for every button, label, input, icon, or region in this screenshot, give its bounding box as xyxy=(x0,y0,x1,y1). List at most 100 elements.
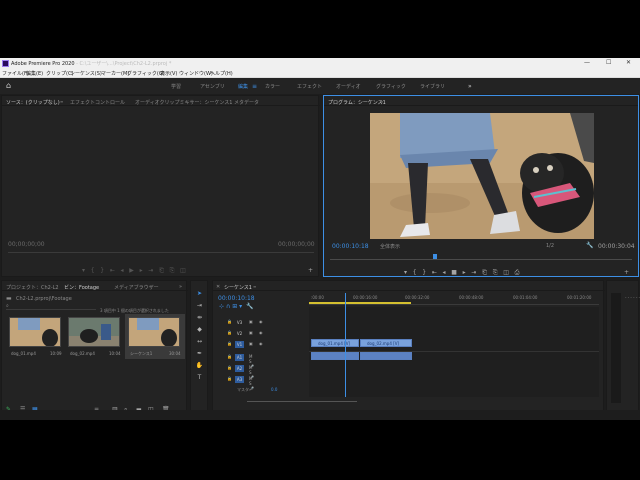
clip-thumbnail-dog01[interactable] xyxy=(9,317,61,347)
time-ruler[interactable]: :00:00 00:00:16:00 00:00:32:00 00:00:48:… xyxy=(309,293,599,305)
sync-lock-icon[interactable]: ▣ xyxy=(249,341,253,346)
lock-icon[interactable]: 🔒 xyxy=(227,341,232,346)
track-label-v1[interactable]: V1 xyxy=(235,341,244,348)
menu-marker[interactable]: マーカー(M) xyxy=(101,70,129,77)
program-transport-controls[interactable]: ▾ { } ⇤ ◂ ■ ▸ ⇥ ⎗ ⎘ ◫ ⎙ xyxy=(404,269,519,277)
tab-media-browser[interactable]: メディアブラウザー xyxy=(114,284,159,291)
hand-tool-icon[interactable]: ✋ xyxy=(195,361,204,370)
menu-file[interactable]: ファイル(F) xyxy=(2,70,29,77)
tab-effect-controls[interactable]: エフェクトコントロール xyxy=(70,99,125,106)
tab-sequence1[interactable]: シーケンス1 xyxy=(224,284,252,291)
workspace-editing[interactable]: 編集 xyxy=(238,83,248,90)
menu-window[interactable]: ウィンドウ(W) xyxy=(179,70,213,77)
track-select-tool-icon[interactable]: ⇥ xyxy=(195,301,204,310)
project-panel-header: プロジェクト：Ch2-L2 ビン：Footage メディアブラウザー » xyxy=(2,281,188,291)
lock-icon[interactable]: 🔒 xyxy=(227,354,232,359)
tab-program[interactable]: プログラム：シーケンス1 xyxy=(328,99,386,106)
timeline-playhead[interactable] xyxy=(345,293,346,397)
source-timecode[interactable]: 00;00;00;00 xyxy=(8,241,45,248)
lock-icon[interactable]: 🔒 xyxy=(227,330,232,335)
timeline-timecode[interactable]: 00:00:10:18 xyxy=(218,295,255,302)
program-video-frame[interactable] xyxy=(370,113,594,239)
selection-tool-icon[interactable]: ➤ xyxy=(195,289,204,298)
workspace-assembly[interactable]: アセンブリ xyxy=(200,83,225,90)
master-volume-value[interactable]: 0.0 xyxy=(271,387,277,392)
track-label-a2[interactable]: A2 xyxy=(235,365,244,372)
lock-icon[interactable]: 🔒 xyxy=(227,376,232,381)
workspace-effects[interactable]: エフェクト xyxy=(297,83,322,90)
ruler-label-5: 00:01:20:00 xyxy=(567,295,592,300)
search-icon: ⌕ xyxy=(6,303,9,309)
timeline-clip-dog02-audio[interactable] xyxy=(360,352,412,360)
workspace-more-button[interactable]: » xyxy=(468,83,472,90)
menu-view[interactable]: 表示(V) xyxy=(160,70,177,77)
track-label-v3[interactable]: V3 xyxy=(235,319,244,326)
pen-tool-icon[interactable]: ✒ xyxy=(195,349,204,358)
clip-thumbnail-sequence1[interactable] xyxy=(128,317,180,347)
slip-tool-icon[interactable]: ↔ xyxy=(195,337,204,346)
track-label-a1[interactable]: A1 xyxy=(235,354,244,361)
workspace-menu-icon[interactable]: ≡ xyxy=(252,83,257,90)
eye-icon[interactable]: ◉ xyxy=(259,330,263,335)
menu-sequence[interactable]: シーケンス(S) xyxy=(70,70,102,77)
timeline-clip-dog02-video[interactable]: dog_02.mp4 [V] xyxy=(360,339,412,347)
workspace-color[interactable]: カラー xyxy=(265,83,280,90)
sync-lock-icon[interactable]: ▣ xyxy=(249,330,253,335)
type-tool-icon[interactable]: T xyxy=(195,373,204,382)
program-add-button[interactable]: + xyxy=(624,269,629,276)
workspace-graphics[interactable]: グラフィック xyxy=(376,83,406,90)
tab-project[interactable]: プロジェクト：Ch2-L2 xyxy=(6,284,59,291)
program-timecode[interactable]: 00:00:10:18 xyxy=(332,243,369,250)
timeline-tools-icons[interactable]: ⊹ ∩ ⊞ ▾ 🔧 xyxy=(219,303,253,310)
program-scrubber[interactable] xyxy=(330,259,632,260)
tab-bin-footage[interactable]: ビン：Footage xyxy=(64,284,99,291)
resolution-dropdown[interactable]: 1/2 xyxy=(546,243,554,249)
master-track-label: マスター xyxy=(237,387,253,392)
menu-bar: ファイル(F) 編集(E) クリップ(C) シーケンス(S) マーカー(M) グ… xyxy=(0,69,640,78)
project-panel: プロジェクト：Ch2-L2 ビン：Footage メディアブラウザー » ▬ C… xyxy=(1,280,188,416)
eye-icon[interactable]: ◉ xyxy=(259,319,263,324)
panel-expand-icon[interactable]: » xyxy=(179,284,182,290)
tab-source[interactable]: ソース：(クリップなし) xyxy=(6,99,60,106)
dog01-preview-image xyxy=(10,318,60,346)
source-scrubber[interactable] xyxy=(8,252,314,253)
close-button[interactable]: ✕ xyxy=(626,59,631,66)
track-area[interactable]: dog_01.mp4 [V] dog_02.mp4 [V] xyxy=(309,293,599,397)
work-area-bar[interactable] xyxy=(309,302,411,304)
tab-metadata[interactable]: メタデータ xyxy=(234,99,259,106)
bin-path: Ch2-L2.prproj\Footage xyxy=(16,296,72,302)
razor-tool-icon[interactable]: ◆ xyxy=(195,325,204,334)
track-label-v2[interactable]: V2 xyxy=(235,330,244,337)
program-playhead[interactable] xyxy=(433,254,437,259)
menu-edit[interactable]: 編集(E) xyxy=(26,70,43,77)
tab-audio-clip-mixer[interactable]: オーディオクリップミキサー：シーケンス1 xyxy=(135,99,232,106)
eye-icon[interactable]: ◉ xyxy=(259,341,263,346)
workspace-bar: ⌂ 学習 アセンブリ 編集 ≡ カラー エフェクト オーディオ グラフィック ラ… xyxy=(0,78,640,94)
program-tab-menu-icon[interactable]: ≡ xyxy=(380,99,383,104)
lock-icon[interactable]: 🔒 xyxy=(227,365,232,370)
minimize-button[interactable]: — xyxy=(584,59,590,66)
workspace-audio[interactable]: オーディオ xyxy=(336,83,361,90)
project-search-input[interactable]: ⌕ xyxy=(6,303,96,310)
fit-dropdown[interactable]: 全体表示 xyxy=(380,243,400,250)
tab-menu-icon[interactable]: ≡ xyxy=(60,99,63,104)
lock-icon[interactable]: 🔒 xyxy=(227,319,232,324)
home-icon[interactable]: ⌂ xyxy=(6,81,11,90)
workspace-libraries[interactable]: ライブラリ xyxy=(420,83,445,90)
workspace-learning[interactable]: 学習 xyxy=(171,83,181,90)
timeline-clip-dog01-video[interactable]: dog_01.mp4 [V] xyxy=(311,339,359,347)
timeline-close-icon[interactable]: ✕ xyxy=(216,284,220,290)
timeline-tab-menu-icon[interactable]: ≡ xyxy=(253,284,256,289)
timeline-horizontal-scrollbar[interactable] xyxy=(247,401,357,402)
wrench-icon[interactable]: 🔧 xyxy=(586,242,593,249)
clip-thumbnail-dog02[interactable] xyxy=(68,317,120,347)
timeline-clip-dog01-audio[interactable] xyxy=(311,352,359,360)
track-label-a3[interactable]: A3 xyxy=(235,376,244,383)
sync-lock-icon[interactable]: ▣ xyxy=(249,319,253,324)
menu-help[interactable]: ヘルプ(H) xyxy=(210,70,233,77)
timeline-header: ✕ シーケンス1 ≡ xyxy=(213,281,605,291)
source-add-button[interactable]: + xyxy=(308,267,313,274)
source-panel: ソース：(クリップなし) ≡ エフェクトコントロール オーディオクリップミキサー… xyxy=(1,95,320,277)
ripple-edit-tool-icon[interactable]: ⇹ xyxy=(195,313,204,322)
maximize-button[interactable]: ☐ xyxy=(606,59,611,66)
